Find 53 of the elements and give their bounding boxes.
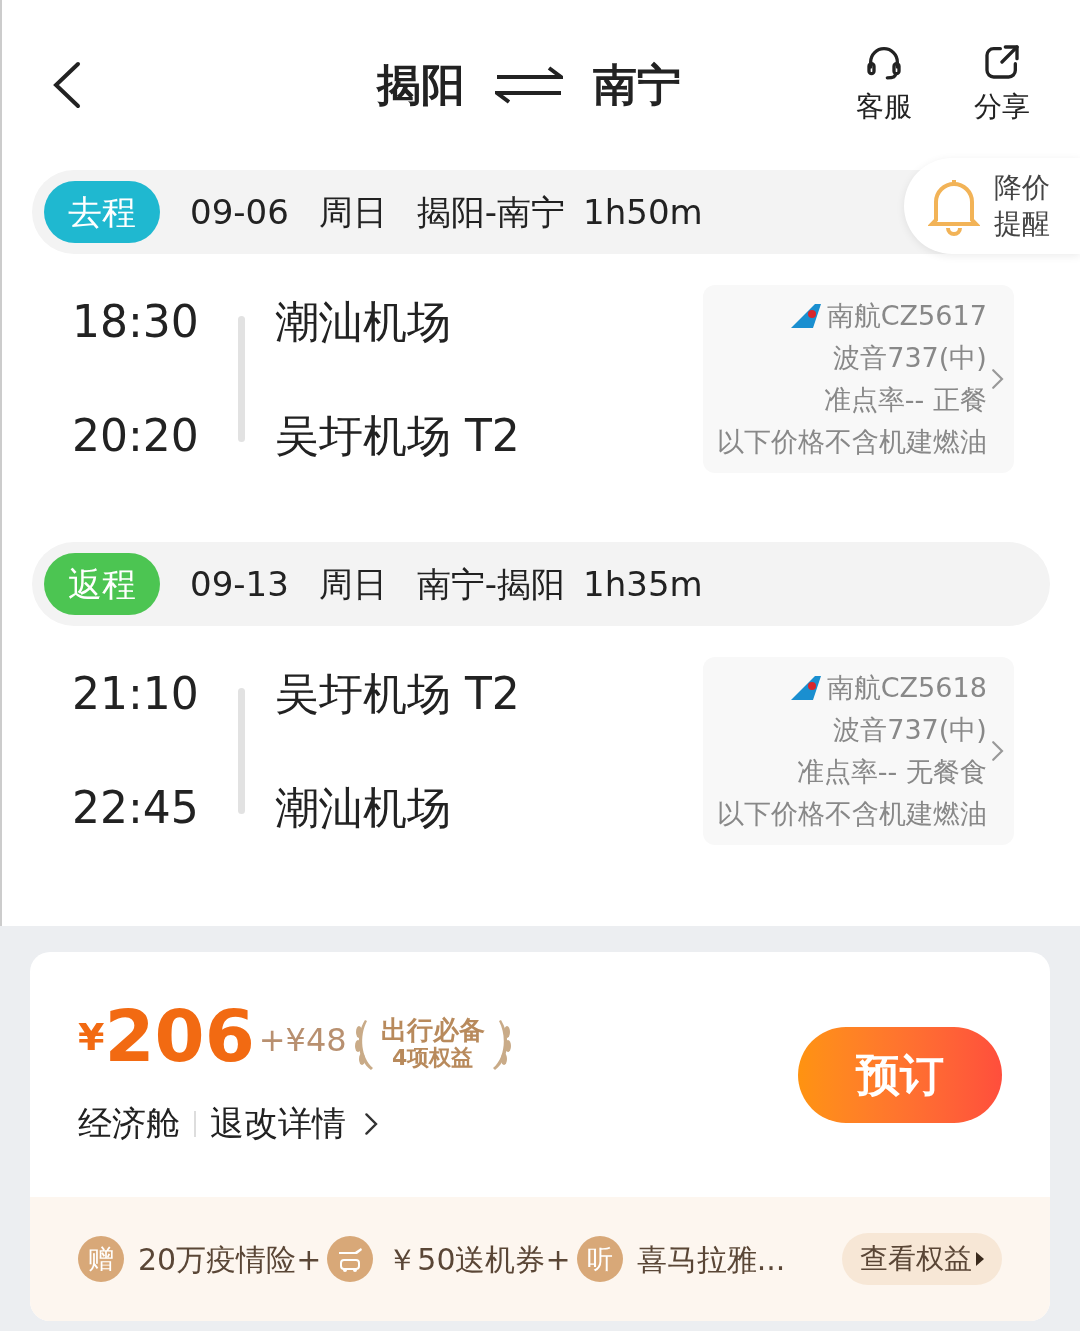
segment-date: 09-06 — [190, 190, 289, 234]
airline-logo-icon — [790, 304, 821, 328]
destination-city: 南宁 — [593, 58, 681, 112]
price-amount: 206 — [104, 1000, 255, 1072]
arrival-airport: 吴圩机场 T2 — [275, 409, 521, 463]
segment-route: 南宁-揭阳 — [416, 562, 566, 606]
segment-duration: 1h50m — [583, 190, 703, 234]
departure-time: 18:30 — [72, 295, 200, 349]
chevron-right-icon — [364, 1111, 379, 1136]
segment-route: 揭阳-南宁 — [416, 190, 566, 234]
customer-service-button[interactable]: 客服 — [856, 42, 912, 128]
perks-badge-subtitle: 4项权益 — [392, 1044, 474, 1072]
segment-tag: 去程 — [44, 181, 160, 243]
arrival-airport: 潮汕机场 — [275, 781, 452, 835]
round-trip-icon — [495, 65, 563, 105]
perk-text: ￥50送机券+ — [387, 1240, 571, 1279]
price-note: 以下价格不含机建燃油 — [716, 425, 987, 459]
aircraft-type: 波音737(中) — [833, 341, 987, 375]
refund-policy-link[interactable]: 退改详情 — [210, 1098, 379, 1149]
arrival-time: 20:20 — [72, 409, 200, 463]
departure-airport: 吴圩机场 T2 — [275, 667, 521, 721]
share-button[interactable]: 分享 — [974, 42, 1030, 128]
airline-logo-icon — [790, 676, 821, 700]
view-perks-button[interactable]: 查看权益 — [842, 1233, 1002, 1285]
back-icon — [52, 60, 82, 110]
perks-badge-title: 出行必备 — [380, 1016, 485, 1044]
price-alert-button[interactable]: 降价提醒 — [904, 158, 1080, 254]
arrival-time: 22:45 — [72, 781, 200, 835]
flight-punctuality-meal: 准点率-- 正餐 — [823, 383, 987, 417]
chevron-right-icon — [990, 740, 1004, 762]
aircraft-type: 波音737(中) — [833, 713, 987, 747]
chevron-right-icon — [990, 368, 1004, 390]
flight-number: 南航CZ5617 — [826, 299, 987, 333]
price-note: 以下价格不含机建燃油 — [716, 797, 987, 831]
cabin-class: 经济舱 — [78, 1102, 180, 1145]
perk-badge: 赠 — [78, 1236, 124, 1282]
departure-time: 21:10 — [72, 667, 200, 721]
segment-weekday: 周日 — [318, 190, 387, 234]
segment-tag: 返程 — [44, 553, 160, 615]
share-icon — [982, 42, 1022, 82]
addon-price: +¥48 — [258, 1020, 347, 1061]
segment-date: 09-13 — [190, 562, 289, 606]
origin-city: 揭阳 — [377, 58, 465, 112]
perk-badge: 听 — [576, 1236, 623, 1282]
flight-punctuality-meal: 准点率-- 无餐食 — [796, 755, 987, 789]
segment-duration: 1h35m — [583, 562, 703, 606]
caret-right-icon — [976, 1252, 984, 1266]
perk-text: 20万疫情险+ — [138, 1240, 322, 1279]
perk-text: 喜马拉雅... — [636, 1240, 786, 1279]
flight-number: 南航CZ5618 — [826, 671, 987, 705]
departure-airport: 潮汕机场 — [275, 295, 452, 349]
segment-weekday: 周日 — [318, 562, 387, 606]
currency-sign: ¥ — [78, 1014, 105, 1061]
